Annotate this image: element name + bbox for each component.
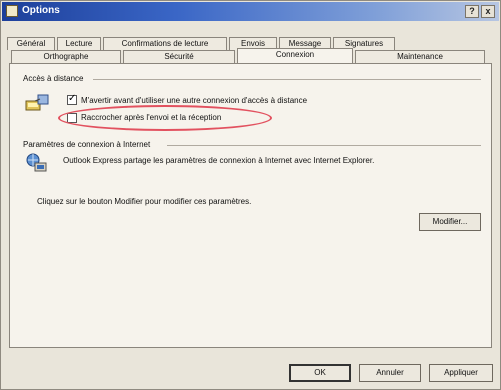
tab-confirmations[interactable]: Confirmations de lecture	[103, 37, 227, 50]
tab-connexion[interactable]: Connexion	[237, 48, 353, 63]
dialup-group-label: Accès à distance	[23, 74, 84, 83]
app-icon	[6, 5, 18, 17]
tab-maintenance[interactable]: Maintenance	[355, 50, 485, 63]
internet-connection-icon	[26, 153, 47, 172]
internet-group-separator	[167, 145, 481, 146]
close-button[interactable]: x	[481, 5, 495, 18]
warn-before-switching-checkbox[interactable]	[67, 93, 77, 105]
modify-hint-text: Cliquez sur le bouton Modifier pour modi…	[37, 197, 252, 206]
cancel-button[interactable]: Annuler	[359, 364, 421, 382]
warn-before-switching-label: M'avertir avant d'utiliser une autre con…	[81, 96, 308, 105]
internet-info-text: Outlook Express partage les paramètres d…	[63, 156, 375, 165]
options-dialog: Options ? x Général Lecture Confirmation…	[0, 0, 501, 390]
window-title: Options	[22, 5, 60, 16]
help-button[interactable]: ?	[465, 5, 479, 18]
dialup-connection-icon	[25, 94, 49, 111]
tab-row-front: Orthographe Sécurité Connexion Maintenan…	[11, 48, 485, 63]
tab-securite[interactable]: Sécurité	[123, 50, 235, 63]
apply-button[interactable]: Appliquer	[429, 364, 493, 382]
title-bar: Options ? x	[2, 2, 499, 21]
tab-lecture[interactable]: Lecture	[57, 37, 101, 50]
tab-general[interactable]: Général	[7, 37, 55, 50]
dialup-group-separator	[93, 79, 481, 80]
tab-orthographe[interactable]: Orthographe	[11, 50, 121, 63]
highlight-ellipse	[58, 105, 272, 131]
ok-button[interactable]: OK	[289, 364, 351, 382]
modify-button[interactable]: Modifier...	[419, 213, 481, 231]
internet-group-label: Paramètres de connexion à Internet	[23, 140, 151, 149]
